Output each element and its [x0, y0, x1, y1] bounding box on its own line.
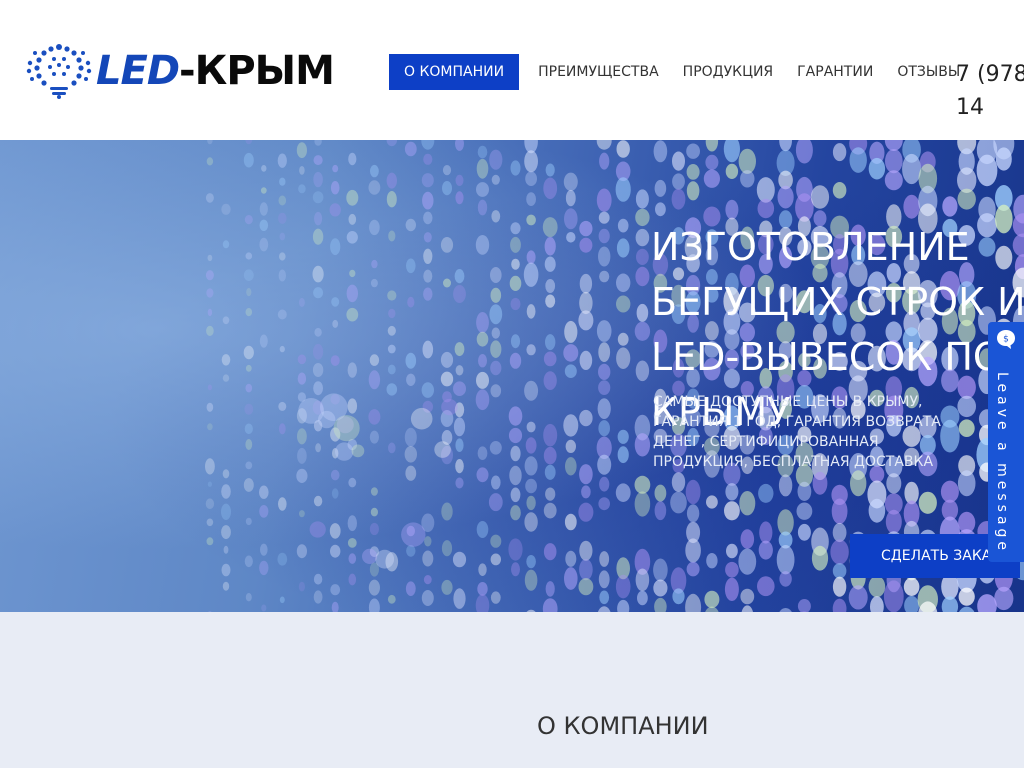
nav-item-guarantees[interactable]: ГАРАНТИИ [797, 64, 873, 80]
phone-number[interactable]: 7 (978) 14 [956, 58, 1024, 124]
logo-region-text: -КРЫМ [179, 48, 335, 94]
svg-text:$: $ [1003, 335, 1009, 345]
nav-item-advantages[interactable]: ПРЕИМУЩЕСТВА [538, 64, 659, 80]
nav-item-reviews[interactable]: ОТЗЫВЫ [897, 64, 960, 80]
logo-led-text: LED [96, 48, 180, 94]
logo-wordmark: LED-КРЫМ [96, 48, 335, 94]
nav-item-products[interactable]: ПРОДУКЦИЯ [683, 64, 773, 80]
leave-message-label: Leave a message [994, 372, 1010, 555]
led-bulb-icon [26, 44, 92, 99]
hero-banner: ИЗГОТОВЛЕНИЕ БЕГУЩИХ СТРОК И LED-ВЫВЕСОК… [0, 140, 1024, 612]
hero-subtitle: САМЫЕ ДОСТУПНЫЕ ЦЕНЫ В КРЫМУ, ГАРАНТИЯ 1… [653, 394, 941, 470]
leave-message-tab[interactable]: $ Leave a message [988, 322, 1024, 562]
site-logo[interactable]: LED-КРЫМ [26, 42, 335, 100]
site-header: LED-КРЫМ О КОМПАНИИ ПРЕИМУЩЕСТВА ПРОДУКЦ… [0, 0, 1024, 140]
chat-bubble-icon: $ [997, 330, 1015, 349]
main-nav: О КОМПАНИИ ПРЕИМУЩЕСТВА ПРОДУКЦИЯ ГАРАНТ… [389, 54, 960, 90]
about-title: О КОМПАНИИ [537, 712, 709, 740]
about-section: О КОМПАНИИ [0, 612, 1024, 768]
nav-item-about[interactable]: О КОМПАНИИ [389, 54, 520, 90]
